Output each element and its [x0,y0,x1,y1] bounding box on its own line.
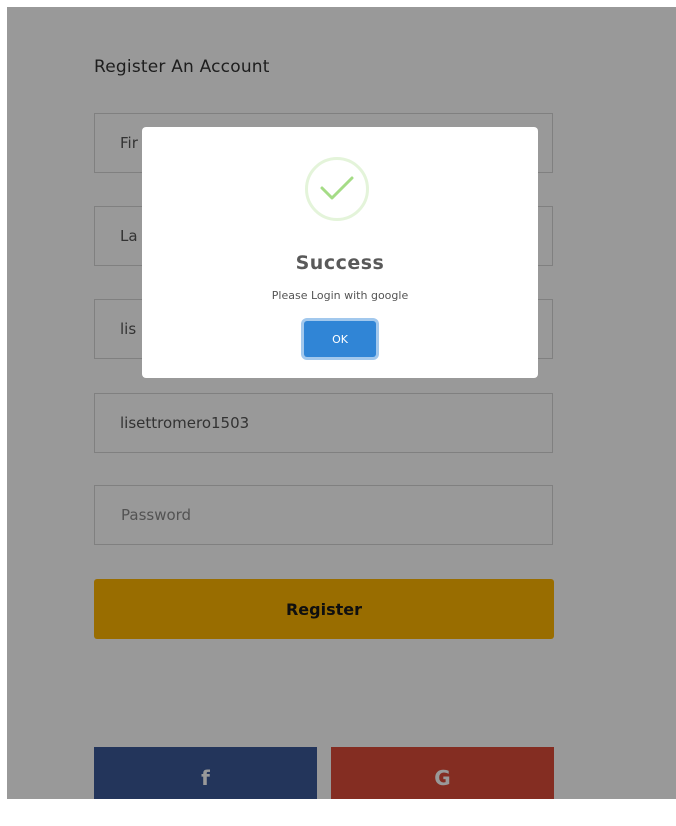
success-modal: Success Please Login with google OK [142,127,538,378]
page-viewport: Register An Account Fir La lis lisettrom… [7,7,676,799]
ok-button[interactable]: OK [304,321,376,357]
modal-message: Please Login with google [271,289,409,302]
success-check-icon [305,157,369,221]
modal-overlay[interactable] [7,7,676,799]
modal-title: Success [295,252,385,274]
checkmark-icon [320,176,354,200]
